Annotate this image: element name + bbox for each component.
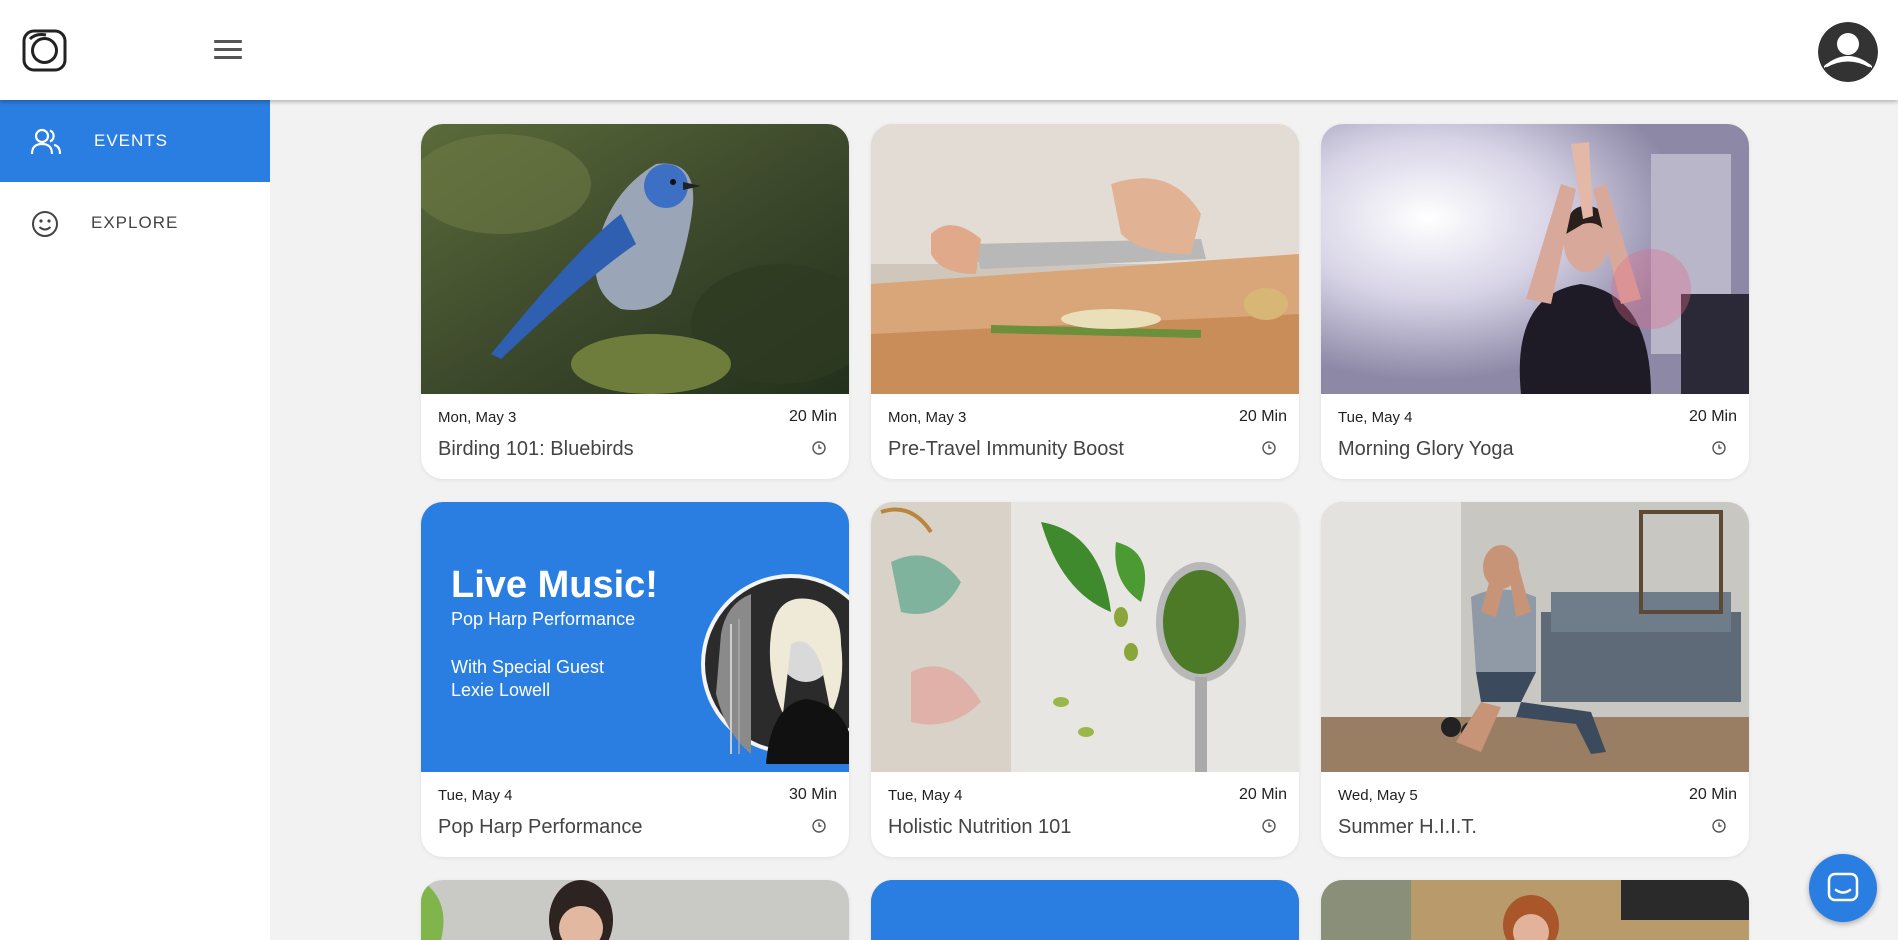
pesto-spoon-photo	[871, 502, 1299, 772]
event-card[interactable]: Mon, May 3 20 Min Pre-Travel Immunity Bo…	[871, 124, 1299, 479]
woman-portrait-photo	[421, 880, 849, 940]
top-header	[0, 0, 1898, 100]
user-avatar-icon[interactable]	[1818, 22, 1878, 82]
event-duration: 20 Min	[1238, 786, 1287, 803]
event-card[interactable]	[871, 880, 1299, 940]
man-lunge-workout-photo	[1321, 502, 1749, 772]
event-duration: 30 Min	[788, 786, 837, 803]
woman-yoga-photo	[1321, 124, 1749, 394]
event-title: Pop Harp Performance	[438, 816, 643, 838]
clock-icon	[1711, 818, 1727, 834]
event-duration: 20 Min	[788, 408, 837, 425]
event-card[interactable]	[1321, 880, 1749, 940]
live-music-promo: Live Music! Pop Harp Performance With Sp…	[421, 502, 849, 772]
blue-promo-image	[871, 880, 1299, 940]
chat-launcher-button[interactable]	[1809, 854, 1877, 922]
promo-guest: With Special Guest Lexie Lowell	[451, 656, 658, 702]
event-card[interactable]	[421, 880, 849, 940]
sidebar-item-label: EVENTS	[94, 131, 169, 150]
chopping-vegetables-photo	[871, 124, 1299, 394]
clock-icon	[1711, 440, 1727, 456]
event-card[interactable]: Live Music! Pop Harp Performance With Sp…	[421, 502, 849, 857]
people-icon	[30, 127, 62, 157]
event-card[interactable]: Mon, May 3 20 Min Birding 101: Bluebirds	[421, 124, 849, 479]
clock-icon	[1261, 818, 1277, 834]
sidebar-item-label: EXPLORE	[91, 213, 179, 232]
smiley-icon	[30, 209, 62, 239]
event-date: Tue, May 4	[438, 787, 513, 804]
clock-icon	[811, 818, 827, 834]
event-date: Mon, May 3	[888, 409, 967, 426]
event-title: Birding 101: Bluebirds	[438, 438, 634, 460]
event-title: Holistic Nutrition 101	[888, 816, 1072, 838]
event-date: Tue, May 4	[888, 787, 963, 804]
event-duration: 20 Min	[1238, 408, 1287, 425]
event-title: Morning Glory Yoga	[1338, 438, 1514, 460]
event-duration: 20 Min	[1688, 408, 1737, 425]
promo-text: Live Music! Pop Harp Performance With Sp…	[451, 564, 658, 702]
promo-guest-line: With Special Guest	[451, 657, 605, 677]
promo-subheading: Pop Harp Performance	[451, 609, 636, 629]
event-card[interactable]: Tue, May 4 20 Min Morning Glory Yoga	[1321, 124, 1749, 479]
woman-seated-photo	[1321, 880, 1749, 940]
camera-ring-logo-icon[interactable]	[22, 29, 67, 72]
hamburger-menu-icon[interactable]	[214, 40, 242, 62]
promo-guest-name: Lexie Lowell	[451, 680, 551, 700]
promo-heading: Live Music!	[451, 564, 658, 606]
sidebar-item-events[interactable]: EVENTS	[0, 100, 270, 182]
event-card[interactable]: Wed, May 5 20 Min Summer H.I.I.T.	[1321, 502, 1749, 857]
event-date: Tue, May 4	[1338, 409, 1413, 426]
event-duration: 20 Min	[1688, 786, 1737, 803]
event-date: Wed, May 5	[1338, 787, 1418, 804]
event-title: Summer H.I.I.T.	[1338, 816, 1477, 838]
sidebar: EVENTS EXPLORE	[0, 100, 270, 940]
blue-jay-bird-photo	[421, 124, 849, 394]
sidebar-item-explore[interactable]: EXPLORE	[0, 182, 270, 264]
clock-icon	[1261, 440, 1277, 456]
event-date: Mon, May 3	[438, 409, 517, 426]
event-card[interactable]: Tue, May 4 20 Min Holistic Nutrition 101	[871, 502, 1299, 857]
performer-portrait	[701, 574, 849, 764]
chat-bubble-icon	[1827, 872, 1859, 902]
event-title: Pre-Travel Immunity Boost	[888, 438, 1124, 460]
clock-icon	[811, 440, 827, 456]
